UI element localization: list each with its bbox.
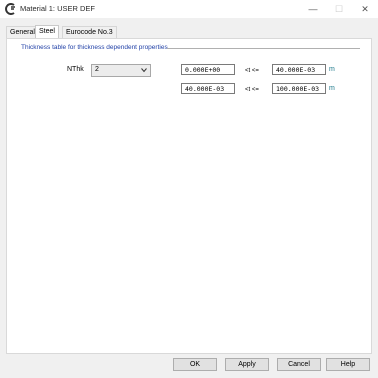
group-divider bbox=[167, 48, 360, 49]
steel-tab-panel: Thickness table for thickness dependent … bbox=[6, 38, 372, 354]
row2-from-field[interactable]: 40.000E-03 bbox=[181, 83, 235, 94]
row2-unit: m bbox=[329, 85, 335, 92]
nthk-value: 2 bbox=[95, 66, 99, 73]
tab-general[interactable]: General bbox=[6, 26, 39, 38]
apply-button[interactable]: Apply bbox=[225, 358, 269, 371]
cancel-button[interactable]: Cancel bbox=[277, 358, 321, 371]
close-button[interactable]: ✕ bbox=[352, 0, 378, 18]
row2-to-field[interactable]: 100.000E-03 bbox=[272, 83, 326, 94]
maximize-button[interactable]: ☐ bbox=[326, 0, 352, 18]
tab-steel[interactable]: Steel bbox=[35, 25, 59, 39]
window-title: Material 1: USER DEF bbox=[20, 4, 96, 13]
title-bar: Material 1: USER DEF — ☐ ✕ bbox=[0, 0, 378, 18]
row1-operator: <t <= bbox=[245, 68, 259, 74]
row1-unit: m bbox=[329, 66, 335, 73]
chevron-down-icon bbox=[141, 68, 147, 73]
nthk-label: NThk bbox=[67, 66, 84, 73]
app-logo-icon bbox=[5, 3, 15, 15]
ok-button[interactable]: OK bbox=[173, 358, 217, 371]
group-title: Thickness table for thickness dependent … bbox=[21, 44, 170, 51]
row2-operator: <t <= bbox=[245, 87, 259, 93]
help-button[interactable]: Help bbox=[326, 358, 370, 371]
row1-from-field[interactable]: 0.000E+00 bbox=[181, 64, 235, 75]
nthk-dropdown[interactable]: 2 bbox=[91, 64, 151, 77]
row1-to-field[interactable]: 40.000E-03 bbox=[272, 64, 326, 75]
tab-eurocode-no3[interactable]: Eurocode No.3 bbox=[62, 26, 117, 38]
material-dialog: Material 1: USER DEF — ☐ ✕ General Steel… bbox=[0, 0, 378, 378]
minimize-button[interactable]: — bbox=[300, 0, 326, 18]
